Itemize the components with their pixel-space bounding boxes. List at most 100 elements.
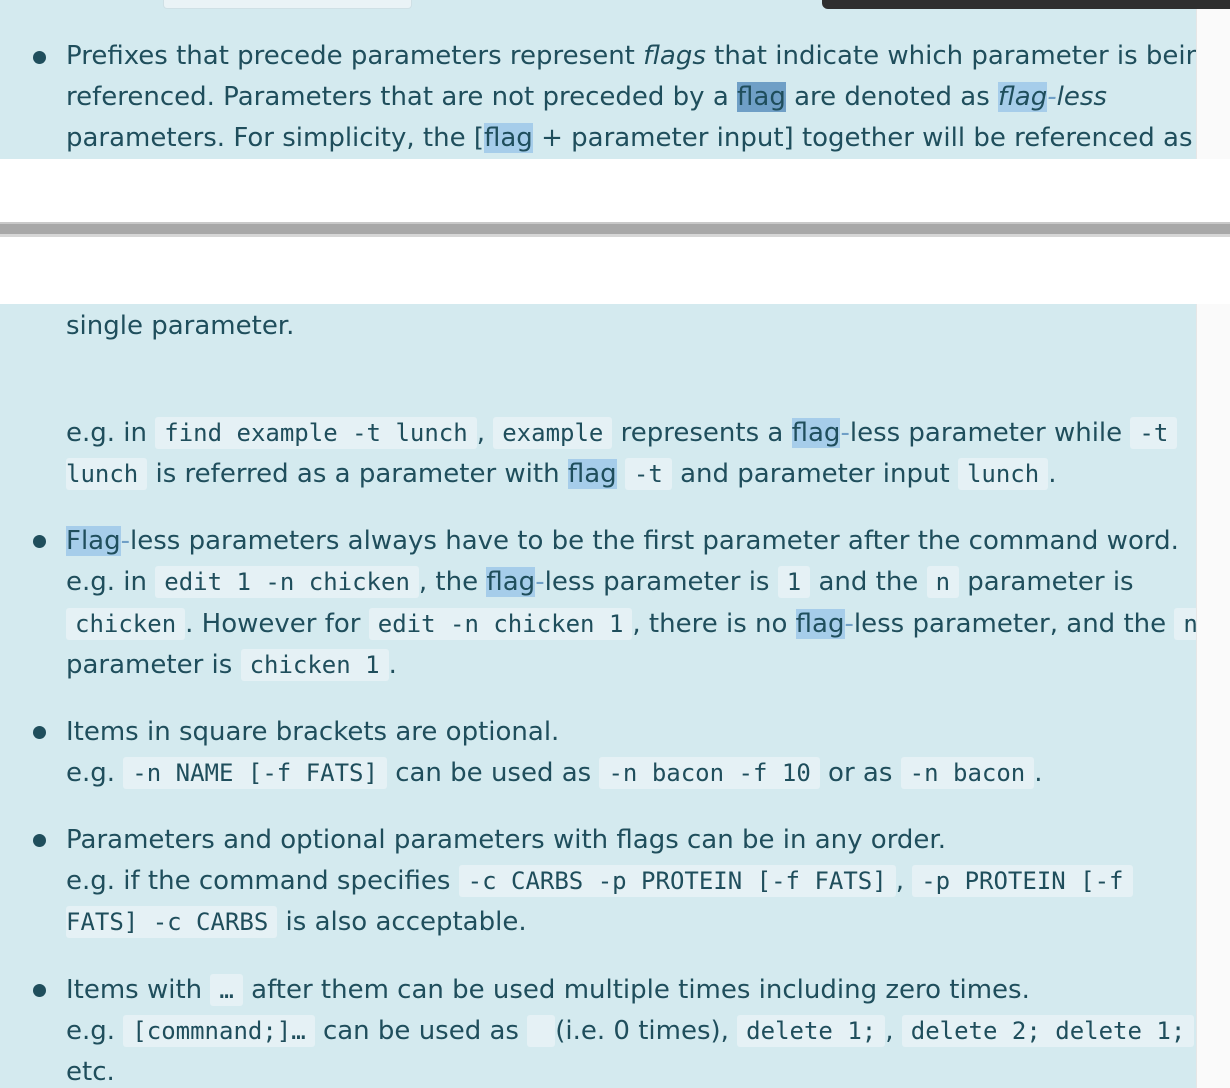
text-line: e.g. if the command specifies -c CARBS -… [66,861,1133,902]
scrollbar-track[interactable] [1196,304,1230,1088]
text [617,459,625,489]
text: Parameters and optional parameters with … [66,825,946,855]
text-line: Items in square brackets are optional. [66,712,559,753]
text-line: e.g. in edit 1 -n chicken, the flag-less… [66,562,1134,603]
text: is also acceptable. [277,907,527,937]
text: , [885,1016,902,1046]
text: and parameter input [671,459,958,489]
text-line: e.g. -n NAME [-f FATS] can be used as -n… [66,753,1043,794]
search-highlight: flag [795,609,845,639]
text: that indicate which parameter is being [705,41,1197,71]
text: , there is no [632,609,796,639]
code-inline: -t [624,458,672,490]
code-inline-empty [527,1015,556,1047]
text: e.g. in [66,567,156,597]
text: less parameter, and the [853,609,1175,639]
text-line: parameters. For simplicity, the [flag + … [66,118,1197,159]
code-inline: -n NAME [-f FATS] [123,757,387,789]
code-inline: delete 1; [737,1015,886,1047]
code-inline: lunch [66,458,148,490]
text-line: Prefixes that precede parameters represe… [66,36,1197,77]
code-inline: example [493,417,613,449]
text: or as [819,758,901,788]
text: - [844,609,854,639]
text: . [1048,459,1057,489]
text: can be used as [314,1016,528,1046]
text: single parameter. [66,311,295,341]
search-highlight: flag [998,82,1048,112]
text: after them can be used multiple times in… [242,975,1030,1005]
text: , [895,866,913,896]
text-line: Flag-less parameters always have to be t… [66,521,1179,562]
text-line: FATS] -c CARBS is also acceptable. [66,902,527,943]
text-line: e.g. in find example -t lunch, example r… [66,413,1178,454]
text-line: parameter is chicken 1. [66,645,397,686]
code-inline: chicken 1 [240,649,389,681]
code-inline: -p PROTEIN [-f [912,865,1133,897]
search-highlight: flag [567,459,617,489]
text: are denoted as [785,82,999,112]
code-inline: 1 [777,566,811,598]
page-divider [0,222,1230,237]
code-inline: chicken [66,608,186,640]
code-inline: n [1174,608,1197,640]
text-line: Parameters and optional parameters with … [66,820,946,861]
search-highlight: flag [486,567,536,597]
code-inline: delete 2; delete 1; [901,1015,1195,1047]
code-inline: lunch [957,458,1049,490]
code-inline: -c CARBS -p PROTEIN [-f FATS] [458,865,896,897]
code-inline: … [210,974,243,1006]
text: - [535,567,545,597]
bullet-icon [33,51,46,64]
search-highlight: Flag [66,526,121,556]
text: . [1034,758,1043,788]
text-line: e.g. [commnand;]… can be used as (i.e. 0… [66,1011,1195,1052]
text: e.g. [66,758,124,788]
toolbar-edge [822,0,1230,9]
text-line: referenced. Parameters that are not prec… [66,77,1107,118]
text: parameter is [66,650,241,680]
text: - [840,418,850,448]
doc-panel-top: Prefixes that precede parameters represe… [0,0,1197,159]
code-inline: -t [1130,417,1178,449]
text: parameter is [959,567,1134,597]
search-highlight: flag [791,418,841,448]
text: - [1047,82,1057,112]
text: , [476,418,494,448]
bullet-icon [33,726,46,739]
text: e.g. in [66,418,156,448]
code-inline: FATS] -c CARBS [66,906,278,938]
text: e.g. [66,1016,124,1046]
text-line: Items with … after them can be used mult… [66,970,1030,1011]
italic-text: less [1056,82,1107,112]
code-inline: -n bacon -f 10 [599,757,820,789]
text-line: chicken. However for edit -n chicken 1, … [66,604,1197,645]
text: less parameter while [849,418,1131,448]
code-inline: edit -n chicken 1 [368,608,633,640]
bullet-icon [33,984,46,997]
text: less parameter is [544,567,778,597]
text: . However for [185,609,369,639]
text: and the [810,567,927,597]
text: Prefixes that precede parameters represe… [66,41,644,71]
code-inline: edit 1 -n chicken [155,566,419,598]
text: + parameter input] together will be refe… [532,123,1197,153]
scrollbar-track[interactable] [1196,0,1230,159]
text: parameters. For simplicity, the [ [66,123,484,153]
code-inline: n [926,566,960,598]
code-inline: -n bacon [900,757,1035,789]
bullet-icon [33,834,46,847]
code-snippet-fragment [163,0,412,9]
text: - [120,526,131,556]
bullet-icon [33,535,46,548]
text: is referred as a parameter with [147,459,568,489]
text: (i.e. 0 times), [555,1016,738,1046]
code-inline: find example -t lunch [155,417,477,449]
search-highlight-current: flag [737,82,786,112]
text: , the [418,567,487,597]
doc-panel-bottom: single parameter. e.g. in find example -… [0,304,1197,1088]
text: e.g. if the command specifies [66,866,459,896]
search-highlight: flag [483,123,533,153]
text: less parameters always have to be the fi… [130,526,1179,556]
text: represents a [612,418,792,448]
